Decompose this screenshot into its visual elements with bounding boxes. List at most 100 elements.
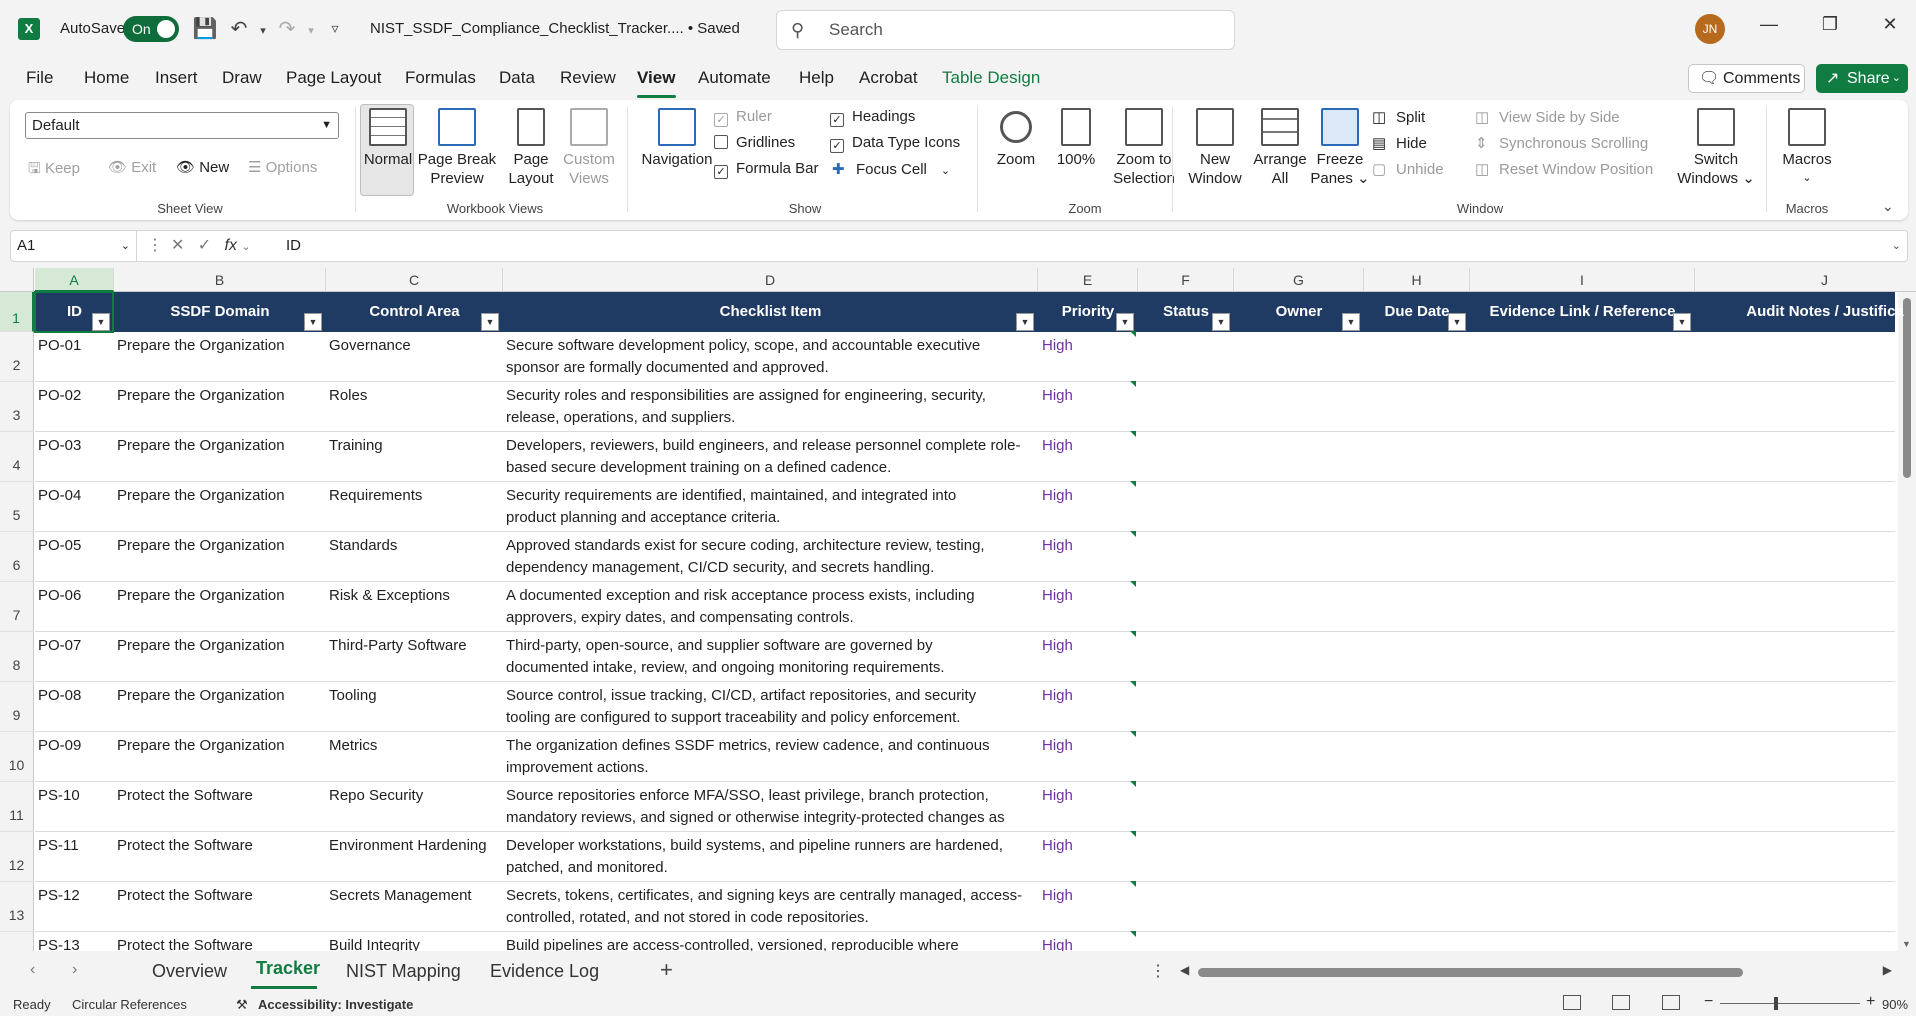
checklist-item-cell[interactable]: Secure software development policy, scop… — [506, 335, 1039, 379]
domain-cell[interactable]: Prepare the Organization — [117, 435, 325, 457]
domain-cell[interactable]: Prepare the Organization — [117, 385, 325, 407]
filter-dropdown-icon[interactable]: ▼ — [1016, 313, 1034, 331]
data-type-icons-checkbox[interactable]: ✓ Data Type Icons — [830, 134, 960, 153]
normal-view-button[interactable]: Normal — [362, 108, 414, 169]
chevron-down-icon[interactable]: ⌄ — [710, 22, 736, 36]
priority-cell[interactable]: High — [1042, 535, 1073, 557]
avatar[interactable]: JN — [1695, 14, 1725, 44]
fx-icon[interactable]: fx — [225, 237, 237, 254]
checklist-item-cell[interactable]: A documented exception and risk acceptan… — [506, 585, 1039, 629]
checklist-item-cell[interactable]: Build pipelines are access-controlled, v… — [506, 935, 1039, 951]
control-area-cell[interactable]: Governance — [329, 335, 502, 357]
accessibility-icon[interactable]: ⚒ — [236, 997, 248, 1013]
page-break-view-icon[interactable] — [1662, 995, 1680, 1010]
domain-cell[interactable]: Prepare the Organization — [117, 335, 325, 357]
ruler-checkbox[interactable]: ✓ Ruler — [714, 108, 772, 127]
row-header[interactable]: 5 — [0, 482, 34, 532]
column-header[interactable]: C — [326, 268, 503, 292]
control-area-cell[interactable]: Build Integrity — [329, 935, 502, 951]
control-area-cell[interactable]: Environment Hardening — [329, 835, 502, 857]
priority-cell[interactable]: High — [1042, 885, 1073, 907]
options-button[interactable]: ☰ Options — [248, 158, 317, 176]
page-layout-view-icon[interactable] — [1612, 995, 1630, 1010]
sheet-tab-tracker[interactable]: Tracker — [256, 958, 320, 979]
id-cell[interactable]: PS-10 — [38, 785, 113, 807]
zoom-out-icon[interactable]: − — [1704, 993, 1713, 1011]
close-icon[interactable]: ✕ — [1875, 14, 1905, 35]
row-header[interactable] — [0, 932, 34, 951]
checklist-item-cell[interactable]: The organization defines SSDF metrics, r… — [506, 735, 1039, 779]
domain-cell[interactable]: Prepare the Organization — [117, 485, 325, 507]
split-button[interactable]: ◫ Split — [1372, 108, 1425, 126]
checklist-item-cell[interactable]: Developers, reviewers, build engineers, … — [506, 435, 1039, 479]
restore-icon[interactable]: ❐ — [1815, 14, 1845, 35]
horizontal-scrollbar[interactable]: ◀ ▶ — [1180, 963, 1892, 979]
vertical-scrollbar[interactable]: ▲ ▼ — [1898, 268, 1916, 951]
zoom-button[interactable]: Zoom — [988, 108, 1044, 169]
control-area-cell[interactable]: Standards — [329, 535, 502, 557]
checklist-item-cell[interactable]: Third-party, open-source, and supplier s… — [506, 635, 1039, 679]
tab-formulas[interactable]: Formulas — [405, 68, 476, 88]
autosave-toggle[interactable]: On — [123, 16, 179, 42]
column-header[interactable]: E — [1038, 268, 1138, 292]
row-header[interactable]: 13 — [0, 882, 34, 932]
freeze-panes-button[interactable]: Freeze Panes ⌄ — [1308, 108, 1372, 188]
keep-button[interactable]: 🖫 Keep — [28, 158, 80, 183]
tab-view[interactable]: View — [637, 68, 675, 88]
checklist-item-cell[interactable]: Developer workstations, build systems, a… — [506, 835, 1039, 879]
priority-cell[interactable]: High — [1042, 385, 1073, 407]
macros-button[interactable]: Macros ⌄ — [1772, 108, 1842, 188]
control-area-cell[interactable]: Roles — [329, 385, 502, 407]
checklist-item-cell[interactable]: Secrets, tokens, certificates, and signi… — [506, 885, 1039, 929]
id-cell[interactable]: PO-04 — [38, 485, 113, 507]
scroll-down-icon[interactable]: ▼ — [1902, 939, 1911, 949]
scroll-left-icon[interactable]: ◀ — [1180, 963, 1189, 977]
column-header[interactable]: A — [35, 268, 114, 292]
row-header[interactable]: 1 — [0, 292, 34, 332]
priority-cell[interactable]: High — [1042, 485, 1073, 507]
more-options-icon[interactable]: ⋮ — [1150, 961, 1166, 981]
id-cell[interactable]: PO-01 — [38, 335, 113, 357]
name-box[interactable]: A1 ⌄ — [11, 231, 137, 261]
new-sheet-view-button[interactable]: 👁 New — [176, 158, 229, 176]
domain-cell[interactable]: Prepare the Organization — [117, 535, 325, 557]
domain-cell[interactable]: Prepare the Organization — [117, 635, 325, 657]
priority-cell[interactable]: High — [1042, 635, 1073, 657]
priority-cell[interactable]: High — [1042, 685, 1073, 707]
expand-formula-bar-icon[interactable]: ⌄ — [1892, 231, 1901, 261]
tab-draw[interactable]: Draw — [222, 68, 262, 88]
enter-icon[interactable]: ✓ — [198, 237, 211, 254]
undo-icon[interactable]: ↶ — [226, 16, 252, 41]
id-cell[interactable]: PO-05 — [38, 535, 113, 557]
zoom-100-button[interactable]: 100% — [1048, 108, 1104, 169]
filter-dropdown-icon[interactable]: ▼ — [481, 313, 499, 331]
tab-page-layout[interactable]: Page Layout — [286, 68, 381, 88]
comments-button[interactable]: 🗨 Comments — [1688, 64, 1805, 93]
control-area-cell[interactable]: Training — [329, 435, 502, 457]
collapse-ribbon-icon[interactable]: ⌄ — [1882, 198, 1894, 215]
page-break-preview-button[interactable]: Page Break Preview — [416, 108, 498, 188]
id-cell[interactable]: PO-08 — [38, 685, 113, 707]
priority-cell[interactable]: High — [1042, 585, 1073, 607]
customize-toolbar-icon[interactable]: ▿ — [322, 20, 348, 37]
tab-file[interactable]: File — [26, 68, 53, 88]
next-sheet-icon[interactable]: › — [72, 961, 77, 979]
synchronous-scrolling-button[interactable]: ⇕ Synchronous Scrolling — [1475, 134, 1648, 152]
row-header[interactable]: 12 — [0, 832, 34, 882]
focus-cell-button[interactable]: ✚ Focus Cell ⌄ — [832, 160, 950, 178]
domain-cell[interactable]: Prepare the Organization — [117, 585, 325, 607]
id-cell[interactable]: PS-12 — [38, 885, 113, 907]
zoom-slider[interactable] — [1720, 1003, 1860, 1004]
control-area-cell[interactable]: Secrets Management — [329, 885, 502, 907]
row-header[interactable]: 2 — [0, 332, 34, 382]
navigation-button[interactable]: Navigation — [630, 108, 724, 169]
priority-cell[interactable]: High — [1042, 785, 1073, 807]
checklist-item-cell[interactable]: Security roles and responsibilities are … — [506, 385, 1039, 429]
id-cell[interactable]: PO-03 — [38, 435, 113, 457]
column-header[interactable]: F — [1138, 268, 1234, 292]
id-cell[interactable]: PO-09 — [38, 735, 113, 757]
scroll-right-icon[interactable]: ▶ — [1883, 963, 1892, 977]
checklist-item-cell[interactable]: Source repositories enforce MFA/SSO, lea… — [506, 785, 1039, 829]
tab-insert[interactable]: Insert — [155, 68, 198, 88]
gridlines-checkbox[interactable]: Gridlines — [714, 134, 795, 151]
